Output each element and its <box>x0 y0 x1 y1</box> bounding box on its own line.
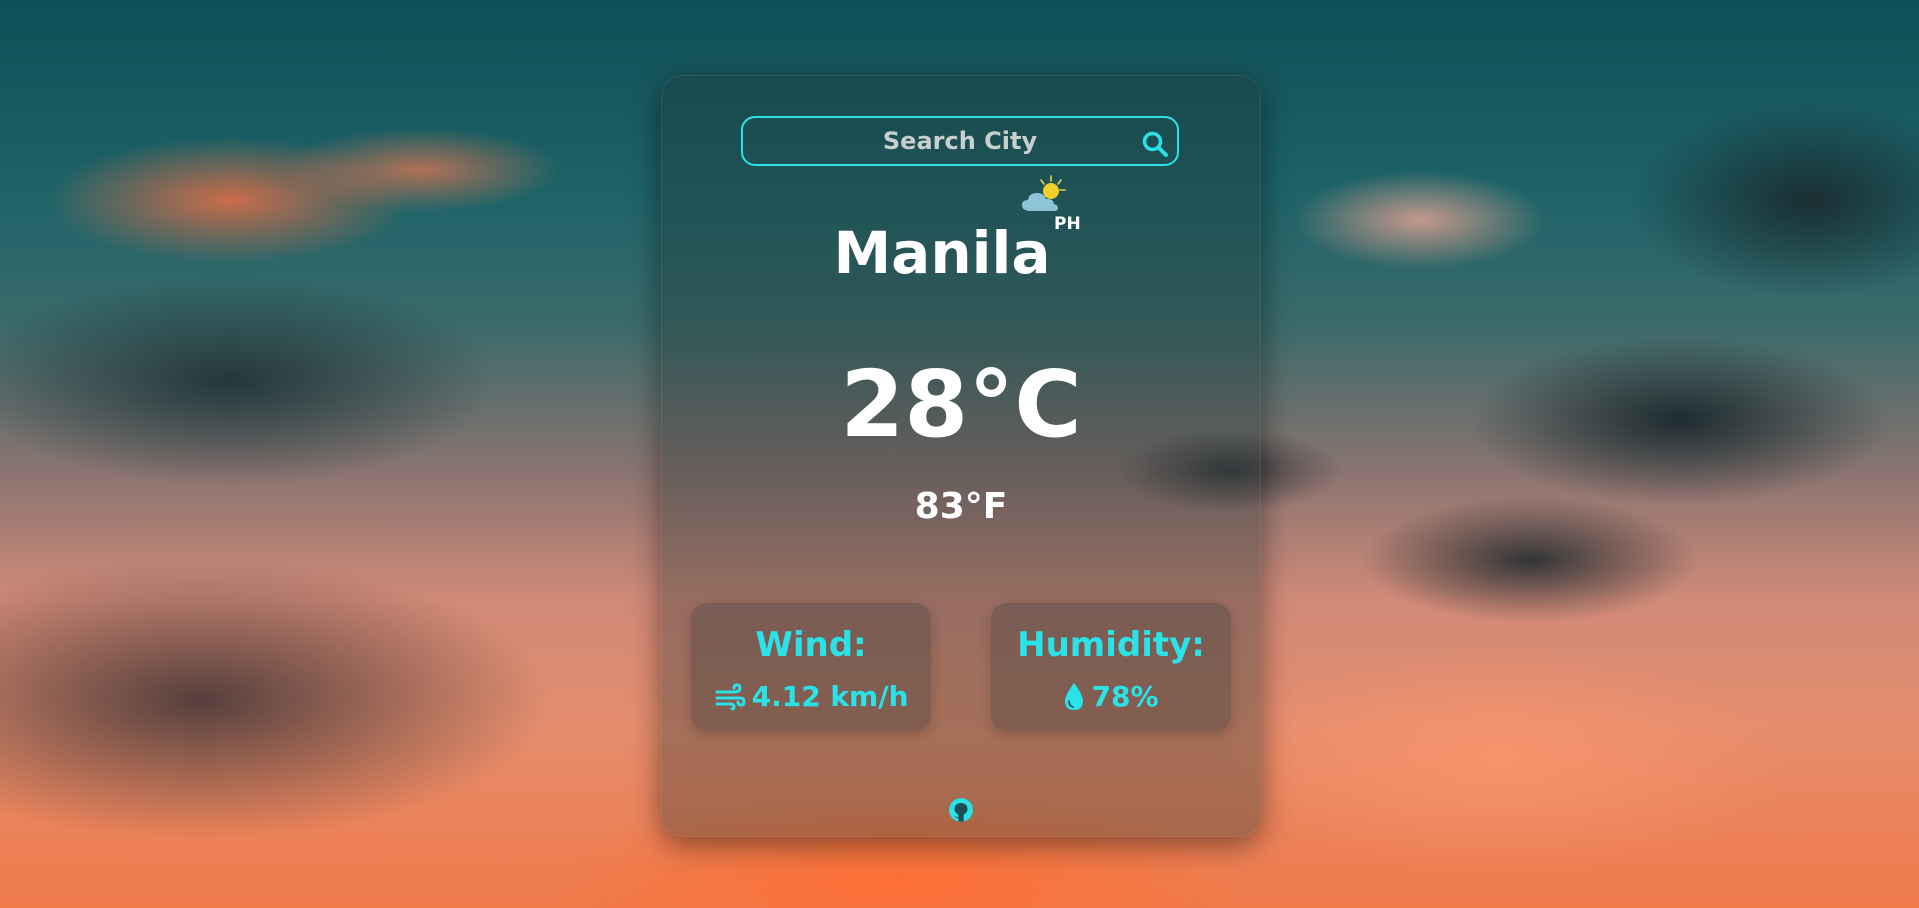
wind-icon <box>715 682 746 710</box>
temperature-fahrenheit: 83°F <box>914 486 1008 527</box>
droplet-icon <box>1065 682 1084 710</box>
search-input[interactable] <box>808 126 1112 156</box>
humidity-value: 78% <box>1091 680 1159 713</box>
github-icon[interactable] <box>948 797 974 823</box>
humidity-value-row: 78% <box>991 680 1231 713</box>
search-bar <box>741 116 1179 166</box>
humidity-card: Humidity: 78% <box>991 603 1231 731</box>
city-name: Manila <box>833 219 1051 287</box>
wind-value: 4.12 km/h <box>751 680 909 713</box>
weather-card: PH Manila 28°C 83°F Wind: 4.12 km/h Humi… <box>661 75 1261 837</box>
wind-card: Wind: 4.12 km/h <box>691 603 931 731</box>
temperature-celsius: 28°C <box>840 351 1082 458</box>
humidity-label: Humidity: <box>1017 625 1205 665</box>
wind-label: Wind: <box>755 625 867 665</box>
wind-value-row: 4.12 km/h <box>691 680 931 713</box>
search-icon[interactable] <box>1141 130 1169 158</box>
